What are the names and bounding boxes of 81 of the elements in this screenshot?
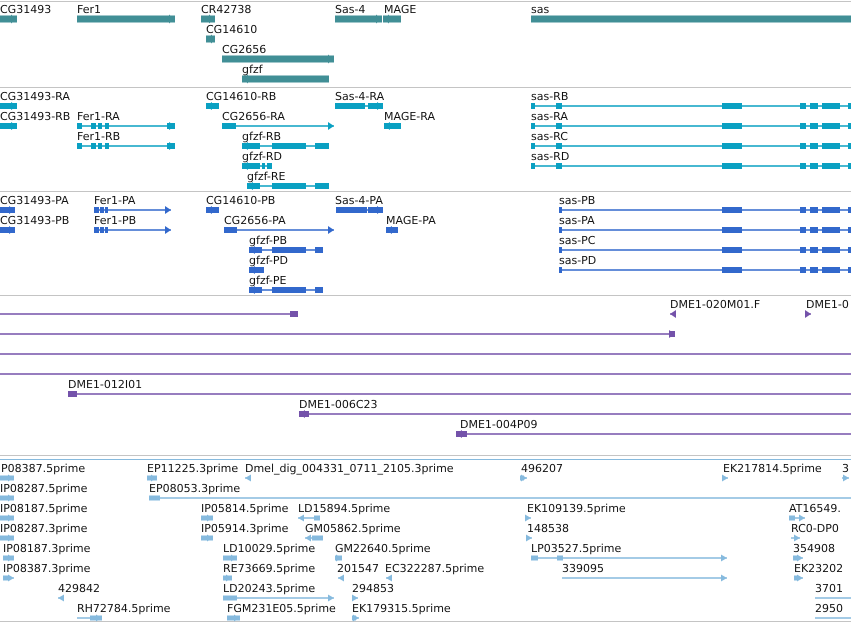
feature-label: sas-PB [559, 194, 596, 207]
feature-label: CG2656-RA [222, 110, 285, 123]
feature-label: CR42738 [201, 3, 252, 16]
feature-label: EK23202 [794, 562, 844, 575]
feature-label: sas-RD [531, 150, 570, 163]
feature-label: gfzf-RD [242, 150, 282, 163]
feature-label: LD20243.5prime [223, 582, 316, 595]
feature-label: Fer1-RB [77, 130, 120, 143]
feature-label: MAGE-PA [386, 214, 436, 227]
feature-label: GM05862.5prime [305, 522, 401, 535]
feature-label: CG2656 [222, 43, 266, 56]
feature-label: DME1-0 [806, 298, 849, 311]
feature-label: IP08287.5prime [0, 482, 88, 495]
feature-label: 148538 [527, 522, 569, 535]
feature-label: gfzf [242, 63, 263, 76]
feature-label: AT16549. [789, 502, 841, 515]
feature-label: Sas-4-PA [335, 194, 383, 207]
feature-label: LD10029.5prime [223, 542, 316, 555]
feature-label: 294853 [352, 582, 394, 595]
feature-label: sas-RA [531, 110, 568, 123]
feature-label: EP08053.3prime [149, 482, 240, 495]
feature-label: CG14610-RB [206, 90, 276, 103]
feature-label: DME1-006C23 [299, 398, 378, 411]
feature-label: CG14610-PB [206, 194, 276, 207]
feature-label: sas [531, 3, 550, 16]
feature-label: CG31493-PA [0, 194, 69, 207]
feature-label: gfzf-PD [249, 254, 288, 267]
feature-label: CG31493-RB [0, 110, 70, 123]
feature-label: Fer1 [77, 3, 102, 16]
feature-label: Sas-4 [335, 3, 366, 16]
feature-label: RC0-DP0 [791, 522, 839, 535]
feature-label: 339095 [562, 562, 604, 575]
feature-label: IP08187.5prime [0, 502, 88, 515]
feature-label: IP05914.3prime [201, 522, 288, 535]
feature-label: FGM231E05.5prime [227, 602, 336, 615]
feature-label: LD15894.5prime [298, 502, 390, 515]
feature-label: GM22640.5prime [335, 542, 431, 555]
feature-label: LP03527.5prime [531, 542, 622, 555]
feature-label: 3701 [815, 582, 843, 595]
feature-label: Sas-4-RA [335, 90, 384, 103]
feature-label: EK109139.5prime [527, 502, 626, 515]
feature-label: 429842 [58, 582, 100, 595]
feature-label: 354908 [793, 542, 835, 555]
feature-label: gfzf-PE [249, 274, 286, 287]
feature-label: 496207 [521, 462, 563, 475]
feature-label: EC322287.5prime [385, 562, 484, 575]
feature-label: DME1-004P09 [460, 418, 538, 431]
feature-label: Dmel_dig_004331_0711_2105.3prime [245, 462, 454, 475]
feature-label: 3 [842, 462, 849, 475]
feature-label: IP08387.3prime [3, 562, 90, 575]
feature-label: CG14610 [206, 23, 258, 36]
feature-label: gfzf-RB [242, 130, 282, 143]
feature-label: CG31493-RA [0, 90, 70, 103]
feature-label: CG31493 [0, 3, 52, 16]
feature-label: sas-PA [559, 214, 595, 227]
feature-label: Fer1-PB [94, 214, 136, 227]
feature-label: sas-PC [559, 234, 596, 247]
feature-label: RE73669.5prime [223, 562, 316, 575]
feature-label: Fer1-RA [77, 110, 120, 123]
feature-label: RH72784.5prime [77, 602, 170, 615]
feature-label: EP11225.3prime [147, 462, 238, 475]
feature-label: IP08287.3prime [0, 522, 88, 535]
feature-label: gfzf-RE [247, 170, 286, 183]
feature-label: CG2656-PA [224, 214, 286, 227]
feature-label: MAGE-RA [384, 110, 435, 123]
feature-label: sas-RC [531, 130, 568, 143]
feature-label: gfzf-PB [249, 234, 288, 247]
feature-label: EK179315.5prime [352, 602, 451, 615]
feature-label: sas-PD [559, 254, 596, 267]
feature-label: MAGE [384, 3, 416, 16]
feature-label: DME1-020M01.F [670, 298, 760, 311]
feature-label: 201547 [337, 562, 379, 575]
feature-label: CG31493-PB [0, 214, 70, 227]
feature-label: DME1-012I01 [68, 378, 142, 391]
feature-label: EK217814.5prime [723, 462, 822, 475]
feature-label: IP05814.5prime [201, 502, 288, 515]
feature-label: P08387.5prime [1, 462, 86, 475]
feature-label: IP08187.3prime [3, 542, 90, 555]
feature-label: Fer1-PA [94, 194, 136, 207]
feature-label: sas-RB [531, 90, 568, 103]
feature-label: 2950 [815, 602, 843, 615]
